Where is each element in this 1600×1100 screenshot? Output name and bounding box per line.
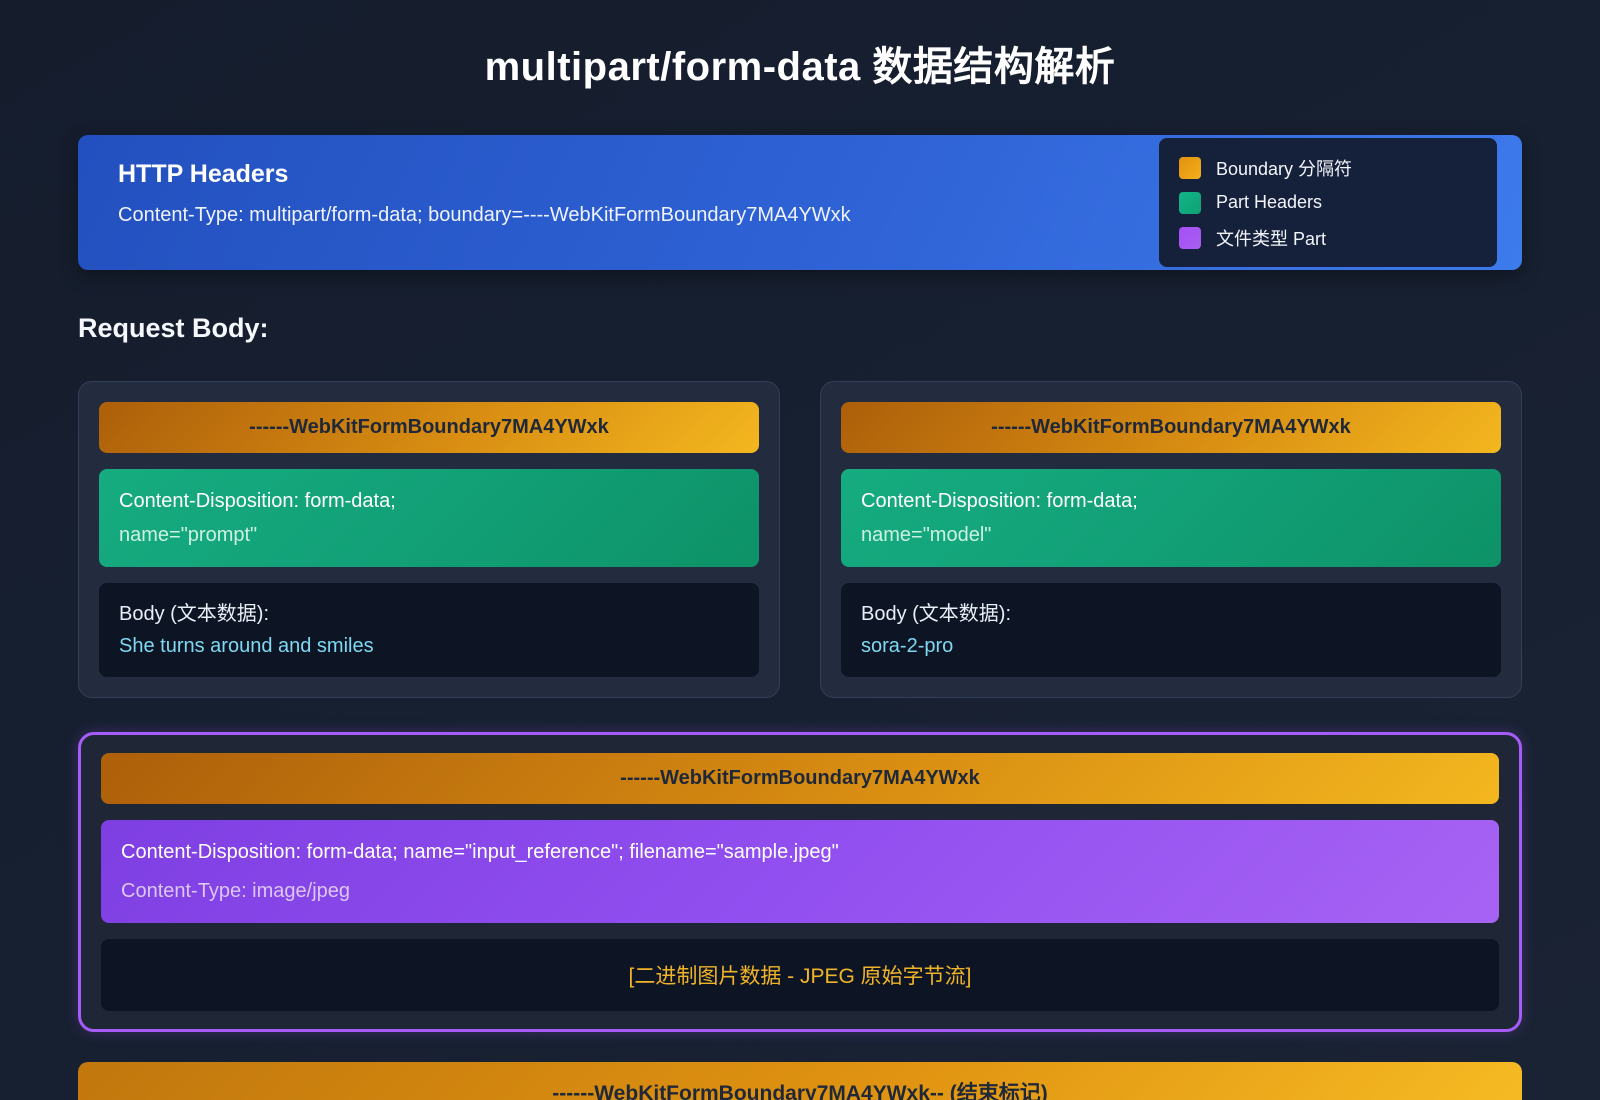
part-header-disposition: Content-Disposition: form-data; [119,484,739,518]
file-header-content-type: Content-Type: image/jpeg [121,876,1479,906]
file-part-card: ------WebKitFormBoundary7MA4YWxk Content… [78,732,1522,1032]
legend: Boundary 分隔符 Part Headers 文件类型 Part [1159,138,1497,267]
end-boundary-bar: ------WebKitFormBoundary7MA4YWxk-- (结束标记… [78,1062,1522,1100]
boundary-bar: ------WebKitFormBoundary7MA4YWxk [841,402,1501,453]
http-headers-box: HTTP Headers Content-Type: multipart/for… [78,135,1522,270]
page-root: multipart/form-data 数据结构解析 HTTP Headers … [0,0,1600,1100]
file-header-disposition: Content-Disposition: form-data; name="in… [121,837,1479,867]
text-parts-row: ------WebKitFormBoundary7MA4YWxk Content… [78,381,1522,698]
legend-item-boundary: Boundary 分隔符 [1179,155,1481,181]
part-card-prompt: ------WebKitFormBoundary7MA4YWxk Content… [78,381,780,698]
part-body-value: She turns around and smiles [119,630,739,662]
http-headers-content: HTTP Headers Content-Type: multipart/for… [78,135,1159,270]
legend-item-part-headers: Part Headers [1179,192,1481,214]
content-type-line: Content-Type: multipart/form-data; bound… [118,204,1119,227]
part-header-name: name="prompt" [119,518,739,552]
part-headers-color-swatch [1179,192,1201,214]
part-body-box: Body (文本数据): sora-2-pro [841,583,1501,677]
part-body-box: Body (文本数据): She turns around and smiles [99,583,759,677]
page-title: multipart/form-data 数据结构解析 [78,0,1522,92]
part-header-disposition: Content-Disposition: form-data; [861,484,1481,518]
part-body-label: Body (文本数据): [861,598,1481,630]
legend-item-file-part: 文件类型 Part [1179,225,1481,251]
part-header-box: Content-Disposition: form-data; name="mo… [841,469,1501,567]
legend-item-label: 文件类型 Part [1216,225,1326,251]
file-header-box: Content-Disposition: form-data; name="in… [101,820,1499,923]
boundary-bar: ------WebKitFormBoundary7MA4YWxk [101,753,1499,804]
part-header-box: Content-Disposition: form-data; name="pr… [99,469,759,567]
part-body-label: Body (文本数据): [119,598,739,630]
boundary-color-swatch [1179,157,1201,179]
legend-item-label: Part Headers [1216,192,1322,213]
legend-item-label: Boundary 分隔符 [1216,155,1352,181]
file-part-color-swatch [1179,227,1201,249]
request-body-heading: Request Body: [78,313,1522,344]
part-card-model: ------WebKitFormBoundary7MA4YWxk Content… [820,381,1522,698]
part-header-name: name="model" [861,518,1481,552]
binary-data-box: [二进制图片数据 - JPEG 原始字节流] [101,939,1499,1011]
boundary-bar: ------WebKitFormBoundary7MA4YWxk [99,402,759,453]
part-body-value: sora-2-pro [861,630,1481,662]
http-headers-title: HTTP Headers [118,160,1119,189]
